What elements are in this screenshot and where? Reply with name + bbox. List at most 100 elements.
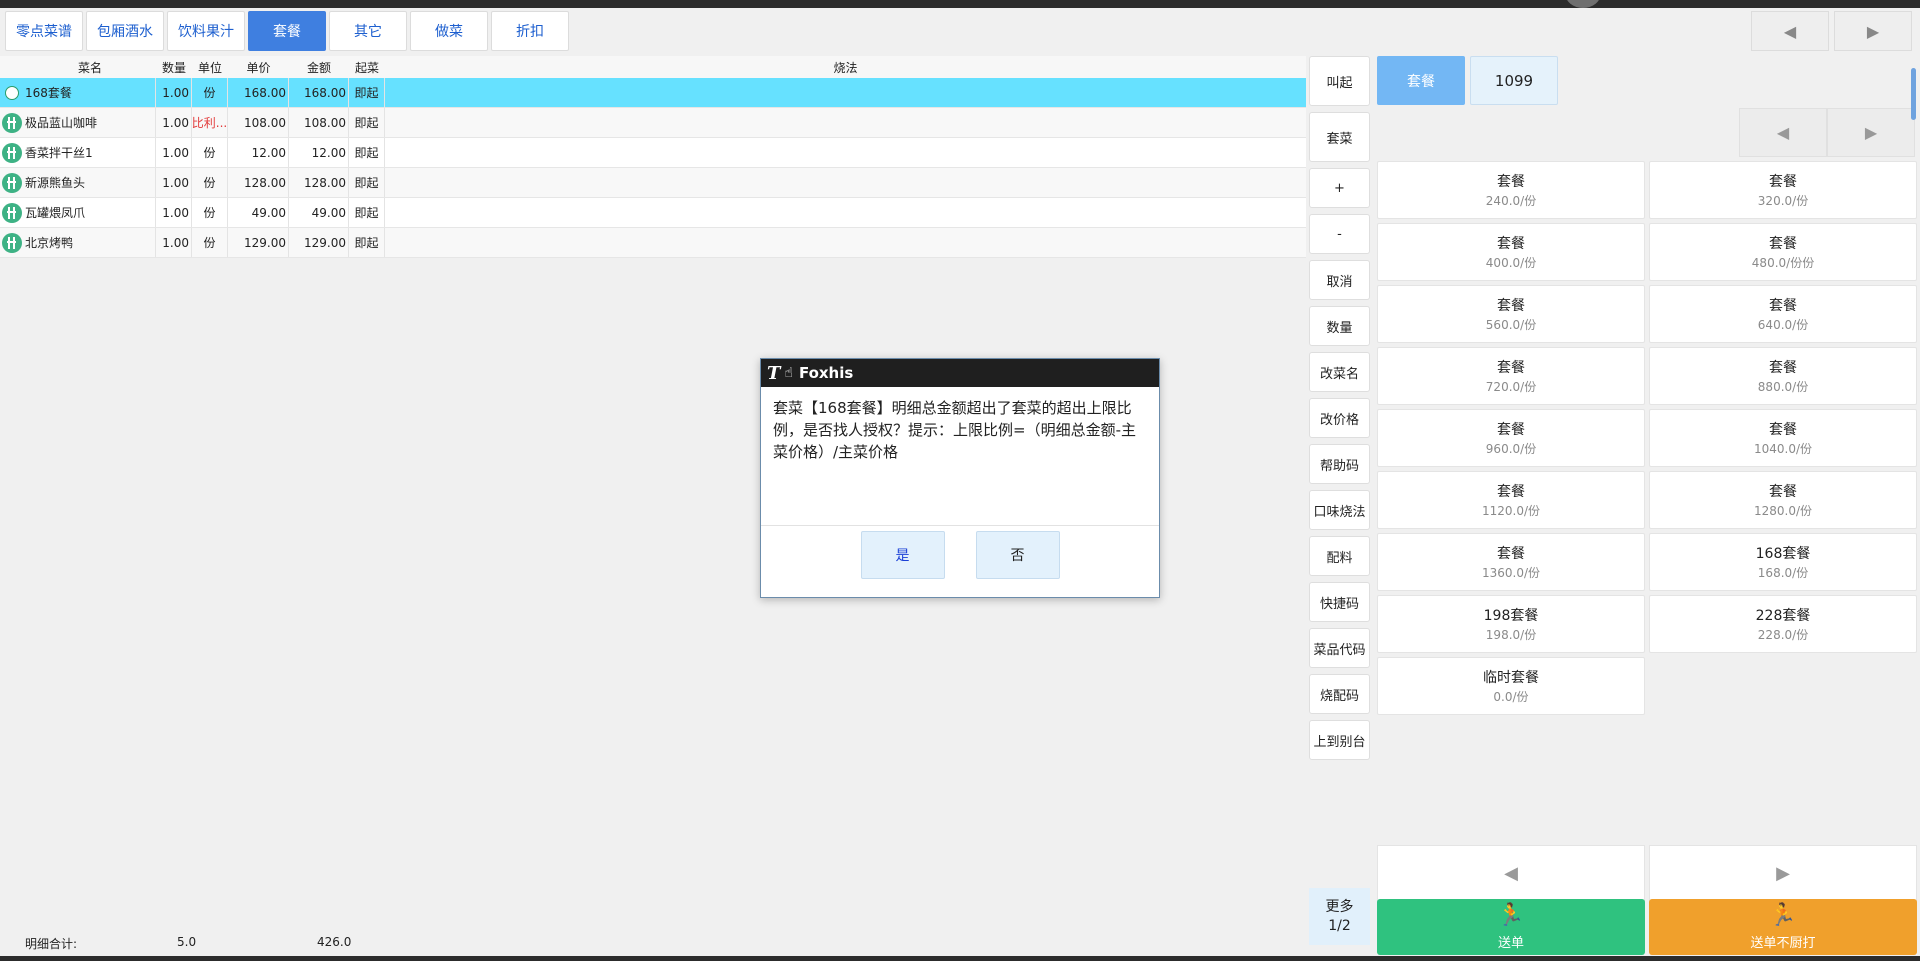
action-button-14[interactable]: 上到别台 xyxy=(1309,720,1370,760)
menu-item-name: 套餐 xyxy=(1497,174,1525,190)
runner-icon: 🏃 xyxy=(1769,903,1797,928)
action-button-11[interactable]: 快捷码 xyxy=(1309,582,1370,622)
menu-item-name: 临时套餐 xyxy=(1483,670,1539,686)
menu-item-name: 套餐 xyxy=(1497,422,1525,438)
menu-item[interactable]: 套餐 720.0/份 xyxy=(1377,347,1645,405)
menu-item-name: 228套餐 xyxy=(1755,608,1811,624)
menu-item-price: 1280.0/份 xyxy=(1753,504,1813,518)
no-button[interactable]: 否 xyxy=(975,531,1060,579)
menu-item[interactable]: 套餐 640.0/份 xyxy=(1649,285,1917,343)
table-row[interactable]: 新源熊鱼头 1.00 份 128.00 128.00 即起 xyxy=(0,168,1306,198)
cell-amount: 108.00 xyxy=(289,108,349,137)
send-no-print-button[interactable]: 🏃 送单不厨打 xyxy=(1649,899,1917,955)
menu-item[interactable]: 套餐 480.0/份份 xyxy=(1649,223,1917,281)
dish-icon xyxy=(2,112,22,133)
menu-next-page-button[interactable]: ▶ xyxy=(1827,108,1915,157)
action-button-3[interactable]: - xyxy=(1309,214,1370,254)
cell-price: 49.00 xyxy=(228,198,289,227)
menu-item[interactable]: 168套餐 168.0/份 xyxy=(1649,533,1917,591)
bottom-bar xyxy=(0,956,1920,961)
cell-name: 瓦罐煨凤爪 xyxy=(24,198,156,227)
menu-item[interactable]: 套餐 320.0/份 xyxy=(1649,161,1917,219)
action-button-12[interactable]: 菜品代码 xyxy=(1309,628,1370,668)
tab-3[interactable]: 套餐 xyxy=(248,11,326,51)
menu-item-name: 套餐 xyxy=(1769,360,1797,376)
menu-item[interactable]: 套餐 240.0/份 xyxy=(1377,161,1645,219)
menu-item-price: 960.0/份 xyxy=(1485,442,1537,456)
more-button[interactable]: 更多 1/2 xyxy=(1309,888,1370,945)
menu-item[interactable]: 套餐 880.0/份 xyxy=(1649,347,1917,405)
dialog-buttons: 是 否 xyxy=(761,526,1159,579)
tab-5[interactable]: 做菜 xyxy=(410,11,488,51)
combo-category-button[interactable]: 套餐 xyxy=(1377,56,1465,105)
action-button-9[interactable]: 口味烧法 xyxy=(1309,490,1370,530)
tabs-next-button[interactable]: ▶ xyxy=(1834,11,1912,51)
header-start: 起菜 xyxy=(354,60,379,75)
cell-price: 129.00 xyxy=(228,228,289,257)
menu-item-price: 640.0/份 xyxy=(1757,318,1809,332)
cell-name: 极品蓝山咖啡 xyxy=(24,108,156,137)
table-row[interactable]: 北京烤鸭 1.00 份 129.00 129.00 即起 xyxy=(0,228,1306,258)
cell-start: 即起 xyxy=(349,198,385,227)
action-column: 叫起套菜 + - 取消数量改菜名改价格帮助码口味烧法配料快捷码菜品代码烧配码上到别台 xyxy=(1309,56,1370,766)
menu-item-name: 套餐 xyxy=(1497,298,1525,314)
window-top-bar xyxy=(0,0,1920,8)
menu-item[interactable]: 套餐 1040.0/份 xyxy=(1649,409,1917,467)
menu-item[interactable]: 228套餐 228.0/份 xyxy=(1649,595,1917,653)
menu-item[interactable]: 套餐 1280.0/份 xyxy=(1649,471,1917,529)
menu-item-price: 168.0/份 xyxy=(1757,566,1809,580)
menu-item[interactable]: 套餐 400.0/份 xyxy=(1377,223,1645,281)
send-order-button[interactable]: 🏃 送单 xyxy=(1377,899,1645,955)
action-button-1[interactable]: 套菜 xyxy=(1309,112,1370,162)
tab-2[interactable]: 饮料果汁 xyxy=(167,11,245,51)
tabs-prev-button[interactable]: ◀ xyxy=(1751,11,1829,51)
menu-item[interactable]: 套餐 1120.0/份 xyxy=(1377,471,1645,529)
category-tabs: 零点菜谱 包厢酒水 饮料果汁 套餐 其它 做菜 折扣 xyxy=(5,11,569,51)
items-prev-button[interactable]: ◀ xyxy=(1377,845,1645,901)
action-button-2[interactable]: + xyxy=(1309,168,1370,208)
dish-icon xyxy=(2,202,22,223)
action-button-13[interactable]: 烧配码 xyxy=(1309,674,1370,714)
action-button-6[interactable]: 改菜名 xyxy=(1309,352,1370,392)
header-price: 单价 xyxy=(246,60,271,75)
menu-item[interactable]: 198套餐 198.0/份 xyxy=(1377,595,1645,653)
action-button-4[interactable]: 取消 xyxy=(1309,260,1370,300)
combo-number[interactable]: 1099 xyxy=(1470,56,1558,105)
action-button-5[interactable]: 数量 xyxy=(1309,306,1370,346)
cell-method xyxy=(385,198,1306,227)
dish-icon xyxy=(2,142,22,163)
tab-4[interactable]: 其它 xyxy=(329,11,407,51)
menu-item-name: 198套餐 xyxy=(1483,608,1539,624)
tab-0[interactable]: 零点菜谱 xyxy=(5,11,83,51)
menu-item[interactable]: 套餐 960.0/份 xyxy=(1377,409,1645,467)
cell-unit: 份 xyxy=(192,198,228,227)
tab-1[interactable]: 包厢酒水 xyxy=(86,11,164,51)
menu-item[interactable]: 套餐 1360.0/份 xyxy=(1377,533,1645,591)
table-row[interactable]: 瓦罐煨凤爪 1.00 份 49.00 49.00 即起 xyxy=(0,198,1306,228)
total-qty: 5.0 xyxy=(177,935,197,949)
action-button-10[interactable]: 配料 xyxy=(1309,536,1370,576)
menu-prev-page-button[interactable]: ◀ xyxy=(1739,108,1827,157)
cell-start: 即起 xyxy=(349,168,385,197)
action-button-0[interactable]: 叫起 xyxy=(1309,56,1370,106)
menu-item-name: 套餐 xyxy=(1497,236,1525,252)
tab-6[interactable]: 折扣 xyxy=(491,11,569,51)
action-button-8[interactable]: 帮助码 xyxy=(1309,444,1370,484)
menu-item[interactable]: 套餐 560.0/份 xyxy=(1377,285,1645,343)
table-row[interactable]: 168套餐 1.00 份 168.00 168.00 即起 xyxy=(0,78,1306,108)
menu-item-price: 560.0/份 xyxy=(1485,318,1537,332)
cell-unit: 份 xyxy=(192,138,228,167)
yes-button[interactable]: 是 xyxy=(860,531,945,579)
cell-name: 168套餐 xyxy=(24,78,156,107)
cell-price: 108.00 xyxy=(228,108,289,137)
cell-start: 即起 xyxy=(349,78,385,107)
menu-item[interactable]: 临时套餐 0.0/份 xyxy=(1377,657,1645,715)
cell-amount: 128.00 xyxy=(289,168,349,197)
action-button-7[interactable]: 改价格 xyxy=(1309,398,1370,438)
table-row[interactable]: 极品蓝山咖啡 1.00 比利... 108.00 108.00 即起 xyxy=(0,108,1306,138)
items-next-button[interactable]: ▶ xyxy=(1649,845,1917,901)
scrollbar[interactable] xyxy=(1911,68,1916,120)
cell-qty: 1.00 xyxy=(156,198,192,227)
table-row[interactable]: 香菜拌干丝1 1.00 份 12.00 12.00 即起 xyxy=(0,138,1306,168)
cell-qty: 1.00 xyxy=(156,138,192,167)
